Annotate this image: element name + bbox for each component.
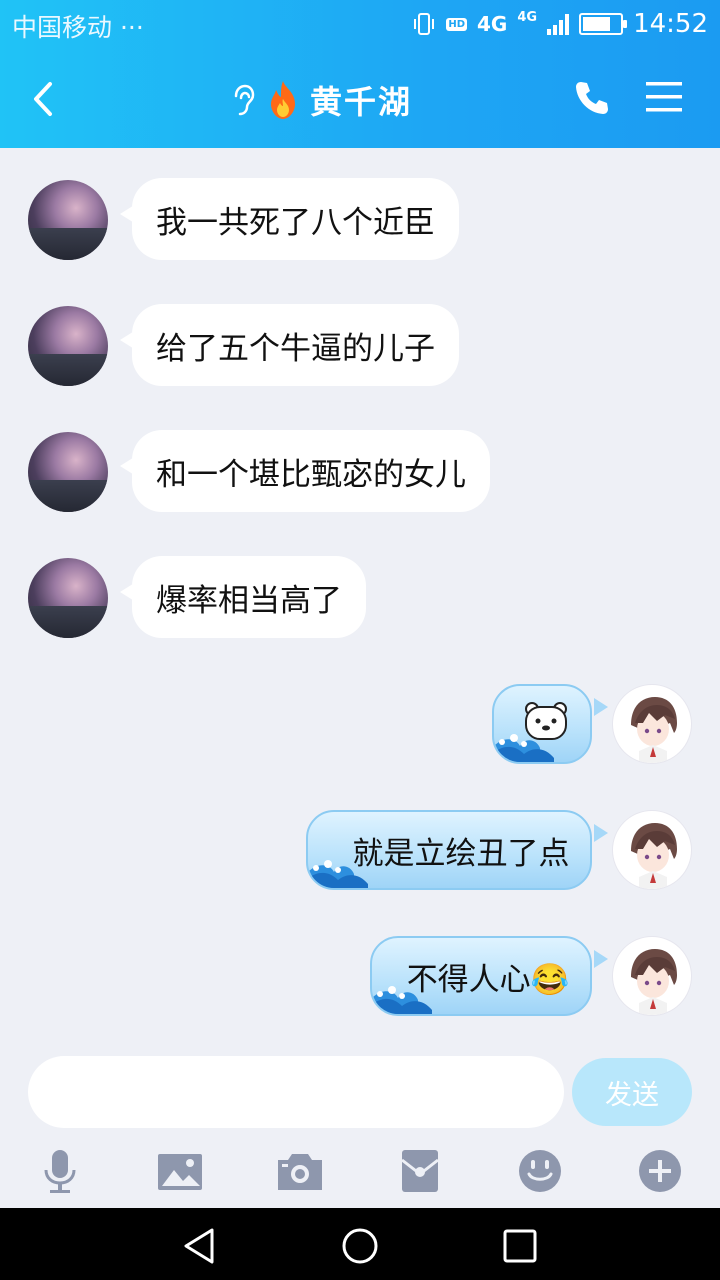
- wave-decoration-icon: [372, 986, 432, 1014]
- flame-icon: [271, 81, 295, 119]
- image-button[interactable]: [156, 1148, 204, 1194]
- anime-avatar-icon: [631, 697, 677, 763]
- contact-avatar[interactable]: [28, 306, 108, 386]
- plus-icon: [639, 1150, 681, 1192]
- anime-avatar-icon: [631, 949, 677, 1015]
- bubble-tail: [594, 824, 608, 842]
- contact-avatar[interactable]: [28, 432, 108, 512]
- clock: 14:52: [633, 9, 708, 39]
- contact-avatar[interactable]: [28, 180, 108, 260]
- input-toolbar: [0, 1138, 720, 1208]
- camera-icon: [278, 1154, 322, 1190]
- voice-button[interactable]: [36, 1148, 84, 1194]
- wave-decoration-icon: [494, 734, 554, 762]
- wave-decoration-icon: [308, 860, 368, 888]
- microphone-icon: [44, 1150, 76, 1193]
- chat-header: 中国移动 ··· HD 4G 4G 14:52 黄千湖: [0, 0, 720, 148]
- message-text: 和一个堪比甄宓的女儿: [156, 456, 466, 493]
- message-text: 爆率相当高了: [156, 582, 342, 619]
- user-avatar[interactable]: [612, 810, 692, 890]
- message-sent: 就是立绘丑了点: [0, 808, 720, 894]
- status-bar: 中国移动 ··· HD 4G 4G 14:52: [0, 0, 720, 50]
- message-bubble[interactable]: 给了五个牛逼的儿子: [120, 304, 459, 386]
- battery-icon: [579, 13, 628, 35]
- message-bubble[interactable]: [492, 684, 592, 764]
- title-group: 黄千湖: [228, 76, 412, 124]
- message-received: 我一共死了八个近臣: [0, 178, 720, 260]
- message-bubble[interactable]: 和一个堪比甄宓的女儿: [120, 430, 490, 512]
- nav-bar: 黄千湖: [0, 50, 720, 148]
- red-packet-button[interactable]: [396, 1148, 444, 1194]
- system-navigation-bar: [0, 1208, 720, 1280]
- signal-icon: [547, 13, 570, 35]
- image-icon: [158, 1154, 202, 1190]
- message-sent: 不得人心😂: [0, 934, 720, 1020]
- hd-badge: HD: [446, 17, 467, 31]
- emoji-button[interactable]: [516, 1148, 564, 1194]
- message-received: 爆率相当高了: [0, 556, 720, 638]
- anime-avatar-icon: [631, 823, 677, 889]
- page-title: 黄千湖: [310, 83, 413, 121]
- message-sent: [0, 682, 720, 768]
- message-bubble[interactable]: 我一共死了八个近臣: [120, 178, 459, 260]
- home-circle-icon: [342, 1228, 378, 1264]
- menu-icon: [646, 82, 682, 112]
- emoji-icon: [519, 1150, 561, 1192]
- message-bubble[interactable]: 不得人心😂: [370, 936, 592, 1016]
- phone-icon: [576, 82, 608, 114]
- red-packet-icon: [401, 1150, 439, 1192]
- chat-message-list[interactable]: 我一共死了八个近臣 给了五个牛逼的儿子 和一个堪比甄宓的女儿 爆率相当高了 就是…: [0, 148, 720, 1048]
- network-4g-label: 4G: [477, 12, 508, 36]
- message-bubble[interactable]: 爆率相当高了: [120, 556, 366, 638]
- bubble-tail: [594, 950, 608, 968]
- ear-icon: [234, 84, 255, 116]
- back-chevron-icon: [34, 82, 52, 116]
- message-text: 我一共死了八个近臣: [156, 204, 435, 241]
- user-avatar[interactable]: [612, 684, 692, 764]
- menu-button[interactable]: [646, 80, 682, 114]
- message-received: 给了五个牛逼的儿子: [0, 304, 720, 386]
- system-home-button[interactable]: [340, 1226, 380, 1266]
- recent-square-icon: [503, 1229, 537, 1263]
- system-recent-button[interactable]: [500, 1226, 540, 1266]
- message-input-bar: 发送: [0, 1048, 720, 1138]
- back-button[interactable]: [24, 74, 64, 124]
- send-button[interactable]: 发送: [572, 1058, 692, 1126]
- back-triangle-icon: [184, 1228, 214, 1264]
- status-indicators: HD 4G 4G 14:52: [412, 6, 708, 42]
- user-avatar[interactable]: [612, 936, 692, 1016]
- system-back-button[interactable]: [180, 1226, 220, 1266]
- message-bubble[interactable]: 就是立绘丑了点: [306, 810, 592, 890]
- call-button[interactable]: [572, 78, 612, 118]
- vibrate-icon: [414, 13, 435, 35]
- camera-button[interactable]: [276, 1148, 324, 1194]
- contact-avatar[interactable]: [28, 558, 108, 638]
- network-4g-small-label: 4G: [517, 9, 538, 25]
- message-input[interactable]: [28, 1056, 564, 1128]
- message-text: 给了五个牛逼的儿子: [156, 330, 435, 367]
- bubble-tail: [594, 698, 608, 716]
- message-received: 和一个堪比甄宓的女儿: [0, 430, 720, 512]
- carrier-label: 中国移动 ···: [12, 13, 144, 42]
- more-button[interactable]: [636, 1148, 684, 1194]
